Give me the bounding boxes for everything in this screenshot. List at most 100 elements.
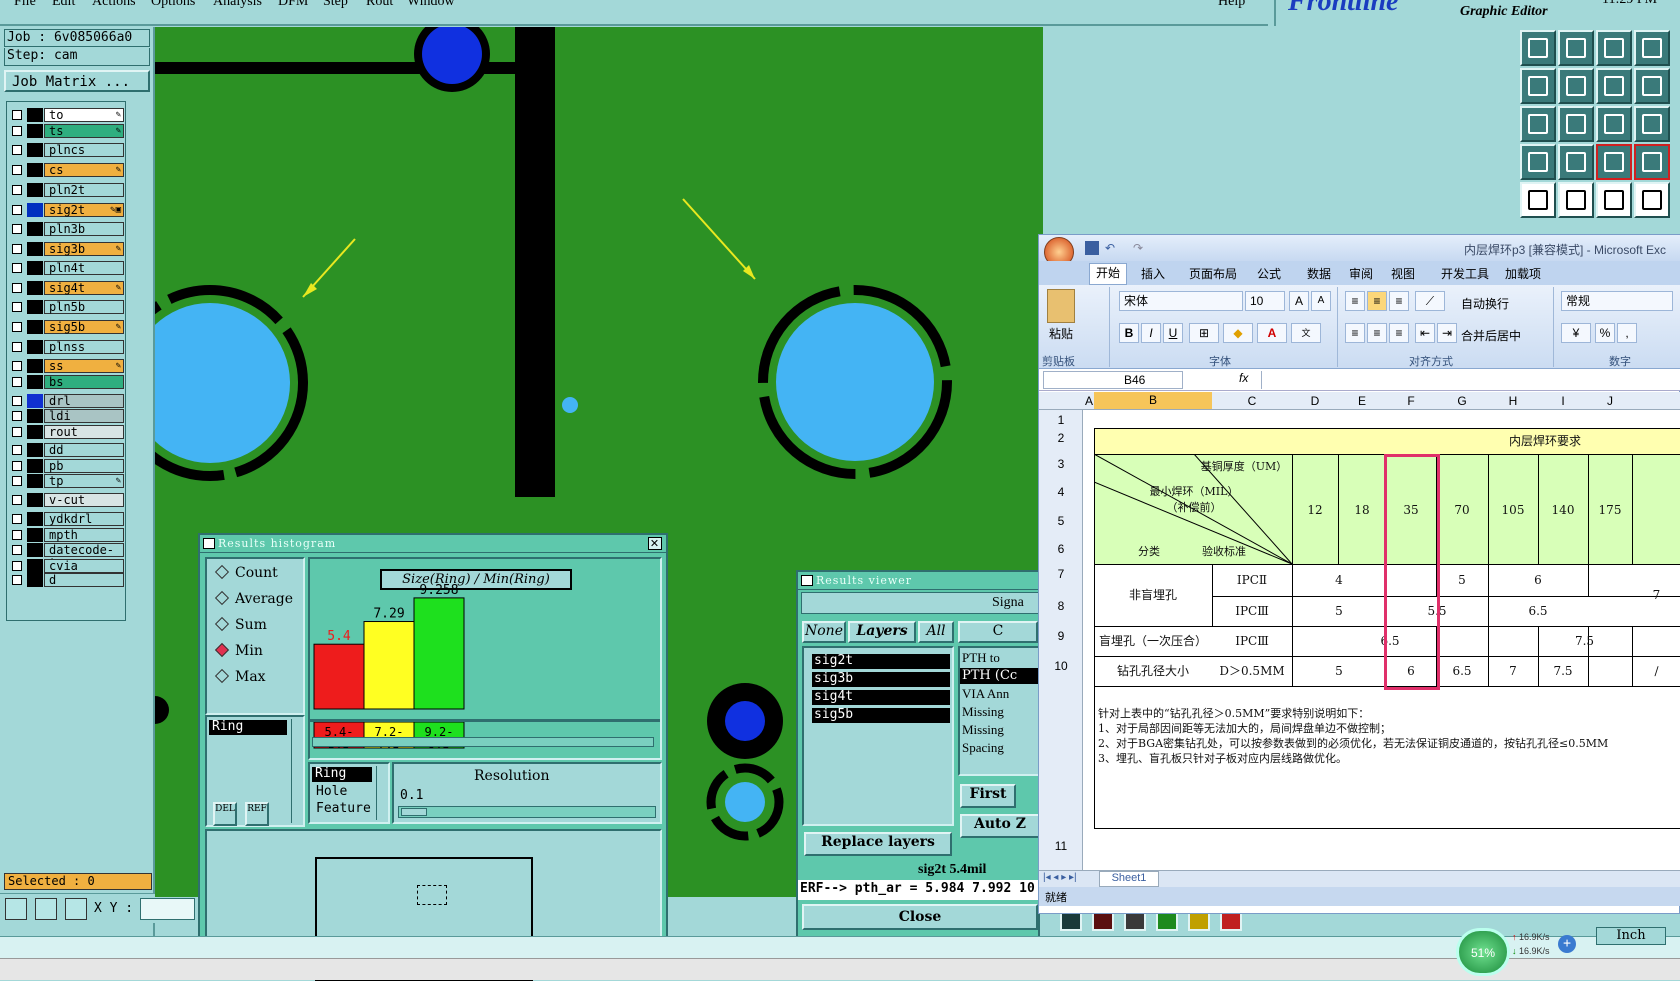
indent-dec-icon[interactable]: ⇤ — [1415, 323, 1435, 343]
layer-checkbox[interactable] — [12, 185, 22, 195]
scrollbar[interactable] — [291, 719, 303, 823]
layer-name[interactable]: bs — [44, 375, 124, 389]
font-name-select[interactable]: 宋体 — [1119, 291, 1243, 311]
radio-average[interactable]: Average — [214, 590, 293, 607]
flip-icon[interactable] — [1596, 68, 1632, 104]
layer-checkbox[interactable] — [12, 445, 22, 455]
first-button[interactable]: First — [960, 784, 1016, 808]
currency-icon[interactable]: ¥ — [1561, 323, 1591, 343]
row-header[interactable]: 6 — [1039, 542, 1083, 556]
import-icon[interactable] — [1520, 30, 1556, 66]
radio-count[interactable]: Count — [214, 564, 278, 581]
job-matrix-button[interactable]: Job Matrix ... — [4, 70, 150, 92]
layer-checkbox[interactable] — [12, 342, 22, 352]
layer-name[interactable]: d — [44, 573, 124, 587]
check-item[interactable]: VIA Ann — [962, 686, 1009, 702]
underline-icon[interactable]: U — [1163, 323, 1183, 343]
layer-checkbox[interactable] — [12, 283, 22, 293]
snapshot-icon[interactable] — [1520, 182, 1556, 218]
layer-row-sig5b[interactable]: sig5b ✎ — [9, 319, 125, 335]
viewer-layer-sig5b[interactable]: sig5b — [812, 708, 950, 723]
paste-icon[interactable] — [1047, 289, 1075, 323]
layer-row-ss[interactable]: ss ✎ — [9, 358, 125, 374]
window-menu-icon[interactable] — [801, 575, 813, 586]
layer-row-sig4t[interactable]: sig4t ✎ — [9, 280, 125, 296]
viewer-layer-sig2t[interactable]: sig2t — [812, 654, 950, 669]
save-icon[interactable] — [1085, 241, 1099, 255]
radio-max[interactable]: Max — [214, 668, 266, 685]
layer-checkbox[interactable] — [12, 110, 22, 120]
layer-name[interactable]: v-cut — [44, 493, 124, 507]
layer-row-rout[interactable]: rout — [9, 424, 125, 440]
drc-icon[interactable] — [1558, 182, 1594, 218]
layer-row-bs[interactable]: bs — [9, 374, 125, 390]
menu-file[interactable]: File — [14, 0, 36, 10]
dot-icon[interactable] — [1634, 182, 1670, 218]
layer-checkbox[interactable] — [12, 205, 22, 215]
layer-checkbox[interactable] — [12, 461, 22, 471]
fx-icon[interactable]: fx — [1239, 371, 1248, 385]
layer-row-d[interactable]: d — [9, 572, 125, 588]
add-icon[interactable]: + — [1558, 935, 1576, 953]
layer-row-datecode-ts[interactable]: datecode-ts — [9, 542, 125, 570]
row-header[interactable]: 4 — [1039, 485, 1083, 499]
sheet-nav-icon[interactable]: |◂ ◂ ▸ ▸| — [1043, 872, 1077, 883]
help-icon[interactable] — [1634, 106, 1670, 142]
attr-hole[interactable]: Hole — [316, 784, 347, 799]
layer-row-sig3b[interactable]: sig3b ✎ — [9, 241, 125, 257]
check-item[interactable]: PTH to — [962, 650, 1000, 666]
layer-row-sig2t[interactable]: sig2t ✎▣ — [9, 202, 125, 218]
layer-name[interactable]: sig2t ✎▣ — [44, 203, 124, 217]
layer-in-icon[interactable] — [1520, 68, 1556, 104]
layer-row-plncs[interactable]: plncs — [9, 142, 125, 158]
comma-icon[interactable]: , — [1617, 323, 1637, 343]
radio-min[interactable]: Min — [214, 642, 263, 659]
ribbon-tab[interactable]: 页面布局 — [1189, 265, 1237, 282]
snake-icon[interactable] — [1634, 68, 1670, 104]
layer-name[interactable]: tp ✎ — [44, 474, 124, 488]
font-size-select[interactable]: 10 — [1245, 291, 1285, 311]
layer-row-pln5b[interactable]: pln5b — [9, 299, 125, 315]
grow-font-icon[interactable]: A — [1289, 291, 1309, 311]
layer-checkbox[interactable] — [12, 561, 22, 571]
check-item[interactable]: Spacing — [962, 740, 1004, 756]
percent-icon[interactable]: % — [1595, 323, 1615, 343]
layer-name[interactable]: rout — [44, 425, 124, 439]
column-header[interactable]: G — [1436, 394, 1488, 408]
refresh-icon[interactable]: REF — [245, 802, 269, 826]
layer-checkbox[interactable] — [12, 244, 22, 254]
check-item[interactable]: Missing — [962, 704, 1004, 720]
histogram-hscroll[interactable] — [312, 737, 654, 747]
units-label[interactable]: Inch — [1596, 927, 1666, 945]
layer-row-ldi[interactable]: ldi — [9, 408, 125, 424]
none-button[interactable]: None — [802, 621, 846, 643]
menu-options[interactable]: Options — [151, 0, 195, 10]
ribbon-tab[interactable]: 视图 — [1391, 265, 1415, 282]
layer-name[interactable]: ydkdrl — [44, 512, 124, 526]
layer-row-v-cut[interactable]: v-cut — [9, 492, 125, 508]
align-right-icon[interactable]: ≡ — [1389, 323, 1409, 343]
attr-scrollbar[interactable] — [376, 766, 388, 820]
ruler-icon[interactable] — [1596, 182, 1632, 218]
layer-name[interactable]: cvia — [44, 559, 124, 573]
column-header[interactable]: J — [1588, 394, 1632, 408]
layer-checkbox[interactable] — [12, 224, 22, 234]
column-header[interactable]: F — [1386, 394, 1436, 408]
layer-row-drl[interactable]: drl — [9, 393, 125, 409]
layer-name[interactable]: ts ✎ — [44, 124, 124, 138]
histogram-bar[interactable] — [313, 643, 365, 710]
measure-tool-icon[interactable] — [35, 898, 57, 920]
radio-sum[interactable]: Sum — [214, 616, 267, 633]
ribbon-tab[interactable]: 开始 — [1089, 263, 1128, 285]
home-icon[interactable] — [1596, 30, 1632, 66]
column-header[interactable]: I — [1538, 394, 1588, 408]
layer-name[interactable]: mpth — [44, 528, 124, 542]
layer-name[interactable]: plnss — [44, 340, 124, 354]
column-header[interactable]: D — [1292, 394, 1338, 408]
check-item[interactable]: Missing — [962, 722, 1004, 738]
font-color-icon[interactable]: A — [1257, 323, 1287, 343]
layer-name[interactable]: drl — [44, 394, 124, 408]
ribbon-tab[interactable]: 开发工具 — [1441, 265, 1489, 282]
net-red2-icon[interactable] — [1634, 144, 1670, 180]
layer-row-cs[interactable]: cs ✎ — [9, 162, 125, 178]
